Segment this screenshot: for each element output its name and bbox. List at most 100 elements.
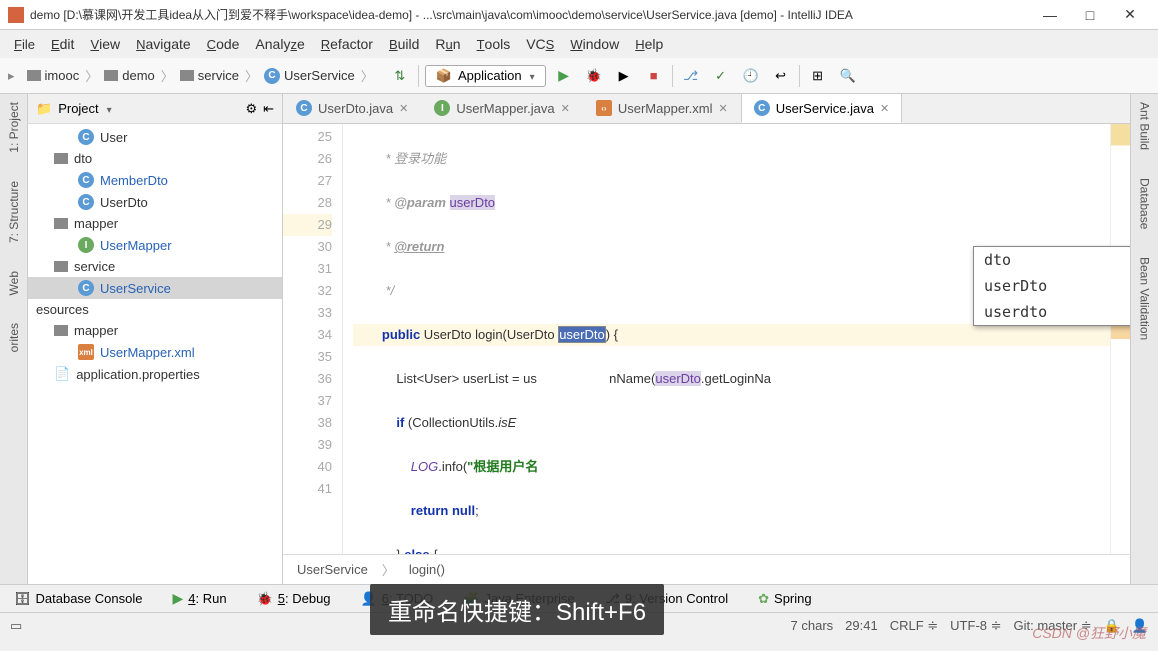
app-icon [8,7,24,23]
suggestion-userDto[interactable]: userDto [974,273,1130,299]
menu-view[interactable]: View [84,34,126,54]
status-lineending[interactable]: CRLF ≑ [890,618,938,634]
close-icon[interactable]: ✕ [561,102,570,115]
tool-db-console[interactable]: 🗄Database Console [14,591,142,607]
tool-database[interactable]: Database [1138,174,1152,233]
status-position[interactable]: 29:41 [845,618,878,633]
project-panel-header[interactable]: 📁 Project ⚙ ⇤ [28,94,282,124]
vcs-branch-icon[interactable]: ⎇ [679,64,703,88]
left-tool-strip: 1: Project 7: Structure Web orites [0,94,28,584]
suggestion-dto[interactable]: dto [974,247,1130,273]
breadcrumb[interactable]: imooc 〉 demo 〉 service 〉 C UserService 〉 [21,64,382,87]
bug-icon: 🐞 [257,591,273,607]
tree-usermapper-xml[interactable]: xmlUserMapper.xml [28,341,282,363]
editor-breadcrumb[interactable]: UserService 〉 login() [283,554,1130,584]
tab-userservice[interactable]: CUserService.java✕ [741,93,902,123]
tool-bean[interactable]: Bean Validation [1138,253,1152,344]
run-config-name: Application [458,68,522,83]
menu-navigate[interactable]: Navigate [130,34,197,54]
vcs-history-icon[interactable]: 🕘 [739,64,763,88]
tree-memberdto[interactable]: CMemberDto [28,169,282,191]
tab-usermapper-xml[interactable]: ‹›UserMapper.xml✕ [583,93,741,123]
tool-project[interactable]: 1: Project [7,98,21,157]
status-encoding[interactable]: UTF-8 ≑ [950,618,1001,634]
crumb-demo[interactable]: demo [122,68,155,83]
run-button[interactable]: ▶ [552,64,576,88]
rename-suggestions-popup[interactable]: dto userDto userdto [973,246,1130,326]
chevron-down-icon[interactable] [105,101,112,116]
shortcut-overlay: 重命名快捷键：Shift+F6 [370,584,664,635]
tool-debug[interactable]: 🐞5: Debug [257,591,331,607]
menu-tools[interactable]: Tools [471,34,517,54]
menu-edit[interactable]: Edit [45,34,80,54]
tool-structure[interactable]: 7: Structure [7,177,21,247]
maximize-button[interactable]: □ [1070,7,1110,23]
tree-userservice[interactable]: CUserService [28,277,282,299]
close-button[interactable]: ✕ [1110,6,1150,23]
tree-mapper2[interactable]: mapper [28,320,282,341]
menu-window[interactable]: Window [564,34,625,54]
editor: CUserDto.java✕ IUserMapper.java✕ ‹›UserM… [283,94,1130,584]
error-stripe[interactable] [1110,124,1130,554]
menu-build[interactable]: Build [383,34,425,54]
crumb-method[interactable]: login() [409,562,445,577]
menu-analyze[interactable]: Analyze [249,34,310,54]
search-icon[interactable]: 🔍 [836,64,860,88]
tool-spring[interactable]: ✿Spring [758,591,811,607]
vcs-commit-icon[interactable]: ✓ [709,64,733,88]
menu-run[interactable]: Run [429,34,466,54]
menu-help[interactable]: Help [629,34,669,54]
close-icon[interactable]: ✕ [399,102,408,115]
status-icon[interactable]: ▭ [10,618,22,634]
editor-tabs: CUserDto.java✕ IUserMapper.java✕ ‹›UserM… [283,94,1130,124]
crumb-service[interactable]: service [198,68,239,83]
menu-bar: File Edit View Navigate Code Analyze Ref… [0,30,1158,58]
tree-userdto[interactable]: CUserDto [28,191,282,213]
tree-resources[interactable]: esources [28,299,282,320]
right-tool-strip: Ant Build Database Bean Validation [1130,94,1158,584]
tab-usermapper-java[interactable]: IUserMapper.java✕ [421,93,583,123]
database-icon: 🗄 [14,591,31,607]
file-icon: 📄 [54,366,70,382]
expand-icon[interactable]: ▸ [8,68,15,84]
collapse-icon[interactable]: ⇤ [263,101,274,117]
line-gutter[interactable]: 25262728 29303132 33343536 3738394041 [283,124,343,554]
stop-button[interactable]: ■ [642,64,666,88]
watermark: CSDN @狂野小魔 [1032,623,1146,643]
structure-icon[interactable]: ⊞ [806,64,830,88]
tree-user[interactable]: CUser [28,126,282,148]
close-icon[interactable]: ✕ [880,102,889,115]
run-configuration-selector[interactable]: 📦 Application [425,65,546,87]
tool-favorites[interactable]: orites [7,319,21,356]
menu-refactor[interactable]: Refactor [315,34,379,54]
tree-app-props[interactable]: 📄application.properties [28,363,282,385]
close-icon[interactable]: ✕ [719,102,728,115]
tool-ant[interactable]: Ant Build [1138,98,1152,154]
code-editor[interactable]: 25262728 29303132 33343536 3738394041 * … [283,124,1130,554]
tree-service[interactable]: service [28,256,282,277]
suggestion-userdto[interactable]: userdto [974,299,1130,325]
crumb-imooc[interactable]: imooc [45,68,80,83]
vcs-revert-icon[interactable]: ↩ [769,64,793,88]
gear-icon[interactable]: ⚙ [245,101,257,117]
tree-mapper[interactable]: mapper [28,213,282,234]
update-icon[interactable]: ⇅ [388,64,412,88]
folder-icon: 📁 [36,101,52,117]
crumb-class[interactable]: UserService [297,562,368,577]
class-icon: C [264,68,280,84]
menu-code[interactable]: Code [201,34,246,54]
minimize-button[interactable]: — [1030,7,1070,23]
debug-button[interactable]: 🐞 [582,64,606,88]
code-content[interactable]: * 登录功能 * @param userDto * @return */ pub… [343,124,1110,554]
crumb-class[interactable]: UserService [284,68,355,83]
menu-file[interactable]: File [8,34,41,54]
coverage-button[interactable]: ▶ [612,64,636,88]
tab-userdto[interactable]: CUserDto.java✕ [283,93,421,123]
tool-run[interactable]: ▶4: Run [172,590,226,607]
menu-vcs[interactable]: VCS [520,34,560,54]
tree-dto[interactable]: dto [28,148,282,169]
tool-web[interactable]: Web [7,267,21,299]
tree-usermapper[interactable]: IUserMapper [28,234,282,256]
project-tree[interactable]: CUser dto CMemberDto CUserDto mapper IUs… [28,124,282,584]
spring-icon: ✿ [758,591,769,607]
